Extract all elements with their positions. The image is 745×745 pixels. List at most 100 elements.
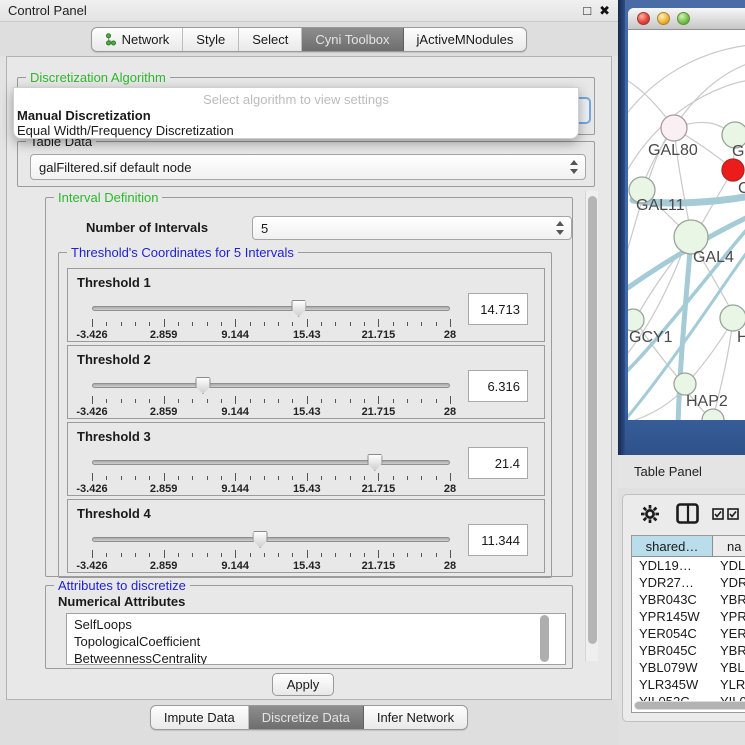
- table-row[interactable]: YBR043CYBR0: [632, 591, 745, 608]
- tab-impute-data[interactable]: Impute Data: [151, 706, 249, 729]
- attribute-item[interactable]: SelfLoops: [74, 616, 565, 633]
- cyni-toolbox-content: Discretization Algorithm Select algorith…: [6, 56, 612, 700]
- checkbox-checked-icon[interactable]: [712, 508, 724, 520]
- interval-definition-group: Interval Definition Number of Intervals …: [45, 197, 573, 577]
- slider-thumb[interactable]: [291, 300, 306, 317]
- dropdown-option-equal-width-frequency[interactable]: Equal Width/Frequency Discretization: [17, 123, 234, 138]
- threshold-value[interactable]: 14.713: [468, 293, 528, 325]
- threshold-value[interactable]: 21.4: [468, 447, 528, 479]
- tick-label: 9.144: [221, 329, 249, 341]
- table-data-combo[interactable]: galFiltered.sif default node: [30, 154, 586, 180]
- table-rows: YDL19…YDL1YDR27…YDR2YBR043CYBR0YPR145WYP…: [632, 557, 745, 710]
- tick-mark: [106, 553, 107, 557]
- node-gal80[interactable]: [661, 115, 687, 141]
- table-row[interactable]: YDL19…YDL1: [632, 557, 745, 574]
- tick-label: 21.715: [362, 329, 396, 341]
- dropdown-option-manual-discretization[interactable]: Manual Discretization: [17, 108, 151, 123]
- tick-mark: [335, 476, 336, 480]
- threshold-value[interactable]: 11.344: [468, 524, 528, 556]
- zoom-traffic-light[interactable]: [677, 12, 690, 25]
- tab-jactivemnodules[interactable]: jActiveMNodules: [404, 28, 527, 51]
- number-of-intervals-value: 5: [261, 221, 268, 236]
- column-header-name[interactable]: na: [713, 536, 745, 556]
- node-clipped-bottom[interactable]: [702, 409, 724, 420]
- scrollbar-thumb[interactable]: [588, 196, 597, 644]
- table-cell-shared-name: YER054C: [632, 626, 713, 641]
- close-traffic-light[interactable]: [637, 12, 650, 25]
- table-row[interactable]: YLR345WYLR3: [632, 676, 745, 693]
- attributes-list-scrollbar[interactable]: [540, 615, 549, 662]
- table-row[interactable]: YBR045CYBR0: [632, 642, 745, 659]
- tick-mark: [178, 553, 179, 557]
- tick-mark: [421, 322, 422, 326]
- table-horizontal-scrollbar[interactable]: [634, 701, 745, 710]
- table-cell-shared-name: YLR345W: [632, 677, 713, 692]
- slider-thumb[interactable]: [253, 531, 268, 548]
- slider-track[interactable]: [92, 306, 450, 311]
- slider-track[interactable]: [92, 460, 450, 465]
- tick-label: 2.859: [150, 560, 178, 572]
- tick-mark: [350, 553, 351, 557]
- columns-icon[interactable]: [676, 503, 699, 524]
- float-window-icon[interactable]: □: [583, 4, 591, 17]
- tick-mark: [235, 473, 236, 481]
- tick-mark: [207, 399, 208, 403]
- numerical-attributes-list[interactable]: SelfLoopsTopologicalCoefficientBetweenne…: [66, 613, 566, 665]
- tab-network[interactable]: Network: [92, 28, 184, 51]
- node-table[interactable]: shared… na YDL19…YDL1YDR27…YDR2YBR043CYB…: [631, 535, 745, 713]
- table-cell-name: YBR0: [713, 643, 745, 658]
- checkbox-checked-icon-2[interactable]: [727, 508, 739, 520]
- network-view-window[interactable]: GAL80 G C GAL11 GAL4 GCY1 H HAP2: [628, 8, 745, 420]
- tick-label: 2.859: [150, 329, 178, 341]
- apply-button[interactable]: Apply: [272, 673, 334, 696]
- tab-label: Impute Data: [164, 710, 235, 725]
- network-canvas[interactable]: GAL80 G C GAL11 GAL4 GCY1 H HAP2: [628, 30, 745, 420]
- threshold-slider[interactable]: -3.4262.8599.14415.4321.71528: [92, 530, 450, 570]
- threshold-value[interactable]: 6.316: [468, 370, 528, 402]
- tab-discretize-data[interactable]: Discretize Data: [249, 706, 364, 729]
- minimize-traffic-light[interactable]: [657, 12, 670, 25]
- tick-mark: [378, 550, 379, 558]
- threshold-slider[interactable]: -3.4262.8599.14415.4321.71528: [92, 299, 450, 339]
- table-row[interactable]: YPR145WYPR1: [632, 608, 745, 625]
- node-red-selected[interactable]: [722, 159, 744, 181]
- threshold-slider[interactable]: -3.4262.8599.14415.4321.71528: [92, 453, 450, 493]
- table-row[interactable]: YBL079WYBL0: [632, 659, 745, 676]
- tab-style[interactable]: Style: [183, 28, 239, 51]
- tab-label: Infer Network: [377, 710, 454, 725]
- tab-infer-network[interactable]: Infer Network: [364, 706, 467, 729]
- slider-track[interactable]: [92, 537, 450, 542]
- attribute-item[interactable]: TopologicalCoefficient: [74, 633, 565, 650]
- tab-label: Discretize Data: [262, 710, 350, 725]
- node-clipped-right[interactable]: [720, 305, 745, 331]
- gear-icon[interactable]: [641, 505, 659, 523]
- tick-mark: [149, 476, 150, 480]
- table-panel-toolbar: [623, 495, 745, 533]
- content-vertical-scrollbar[interactable]: [585, 191, 598, 661]
- node-gcy1[interactable]: [628, 309, 644, 331]
- tick-label: 15.43: [293, 483, 321, 495]
- tick-mark: [164, 473, 165, 481]
- slider-thumb[interactable]: [367, 454, 382, 471]
- threshold-slider[interactable]: -3.4262.8599.14415.4321.71528: [92, 376, 450, 416]
- node-hap2[interactable]: [674, 373, 696, 395]
- tick-mark: [235, 396, 236, 404]
- slider-track[interactable]: [92, 383, 450, 388]
- number-of-intervals-combo[interactable]: 5: [252, 216, 572, 240]
- tick-label: 28: [444, 329, 456, 341]
- combo-spinner-icon: [569, 160, 578, 174]
- table-row[interactable]: YER054CYER0: [632, 625, 745, 642]
- slider-thumb[interactable]: [195, 377, 210, 394]
- tick-mark: [235, 550, 236, 558]
- table-row[interactable]: YDR27…YDR2: [632, 574, 745, 591]
- attribute-item[interactable]: BetweennessCentrality: [74, 650, 565, 665]
- scrollbar-thumb[interactable]: [635, 702, 745, 709]
- tick-label: -3.426: [76, 560, 107, 572]
- column-header-shared-name[interactable]: shared…: [632, 536, 713, 556]
- close-window-icon[interactable]: ✖: [599, 4, 610, 17]
- tick-label: 28: [444, 560, 456, 572]
- tick-mark: [450, 319, 451, 327]
- tab-select[interactable]: Select: [239, 28, 302, 51]
- apply-button-label: Apply: [287, 677, 320, 692]
- tab-cyni-toolbox[interactable]: Cyni Toolbox: [302, 28, 403, 51]
